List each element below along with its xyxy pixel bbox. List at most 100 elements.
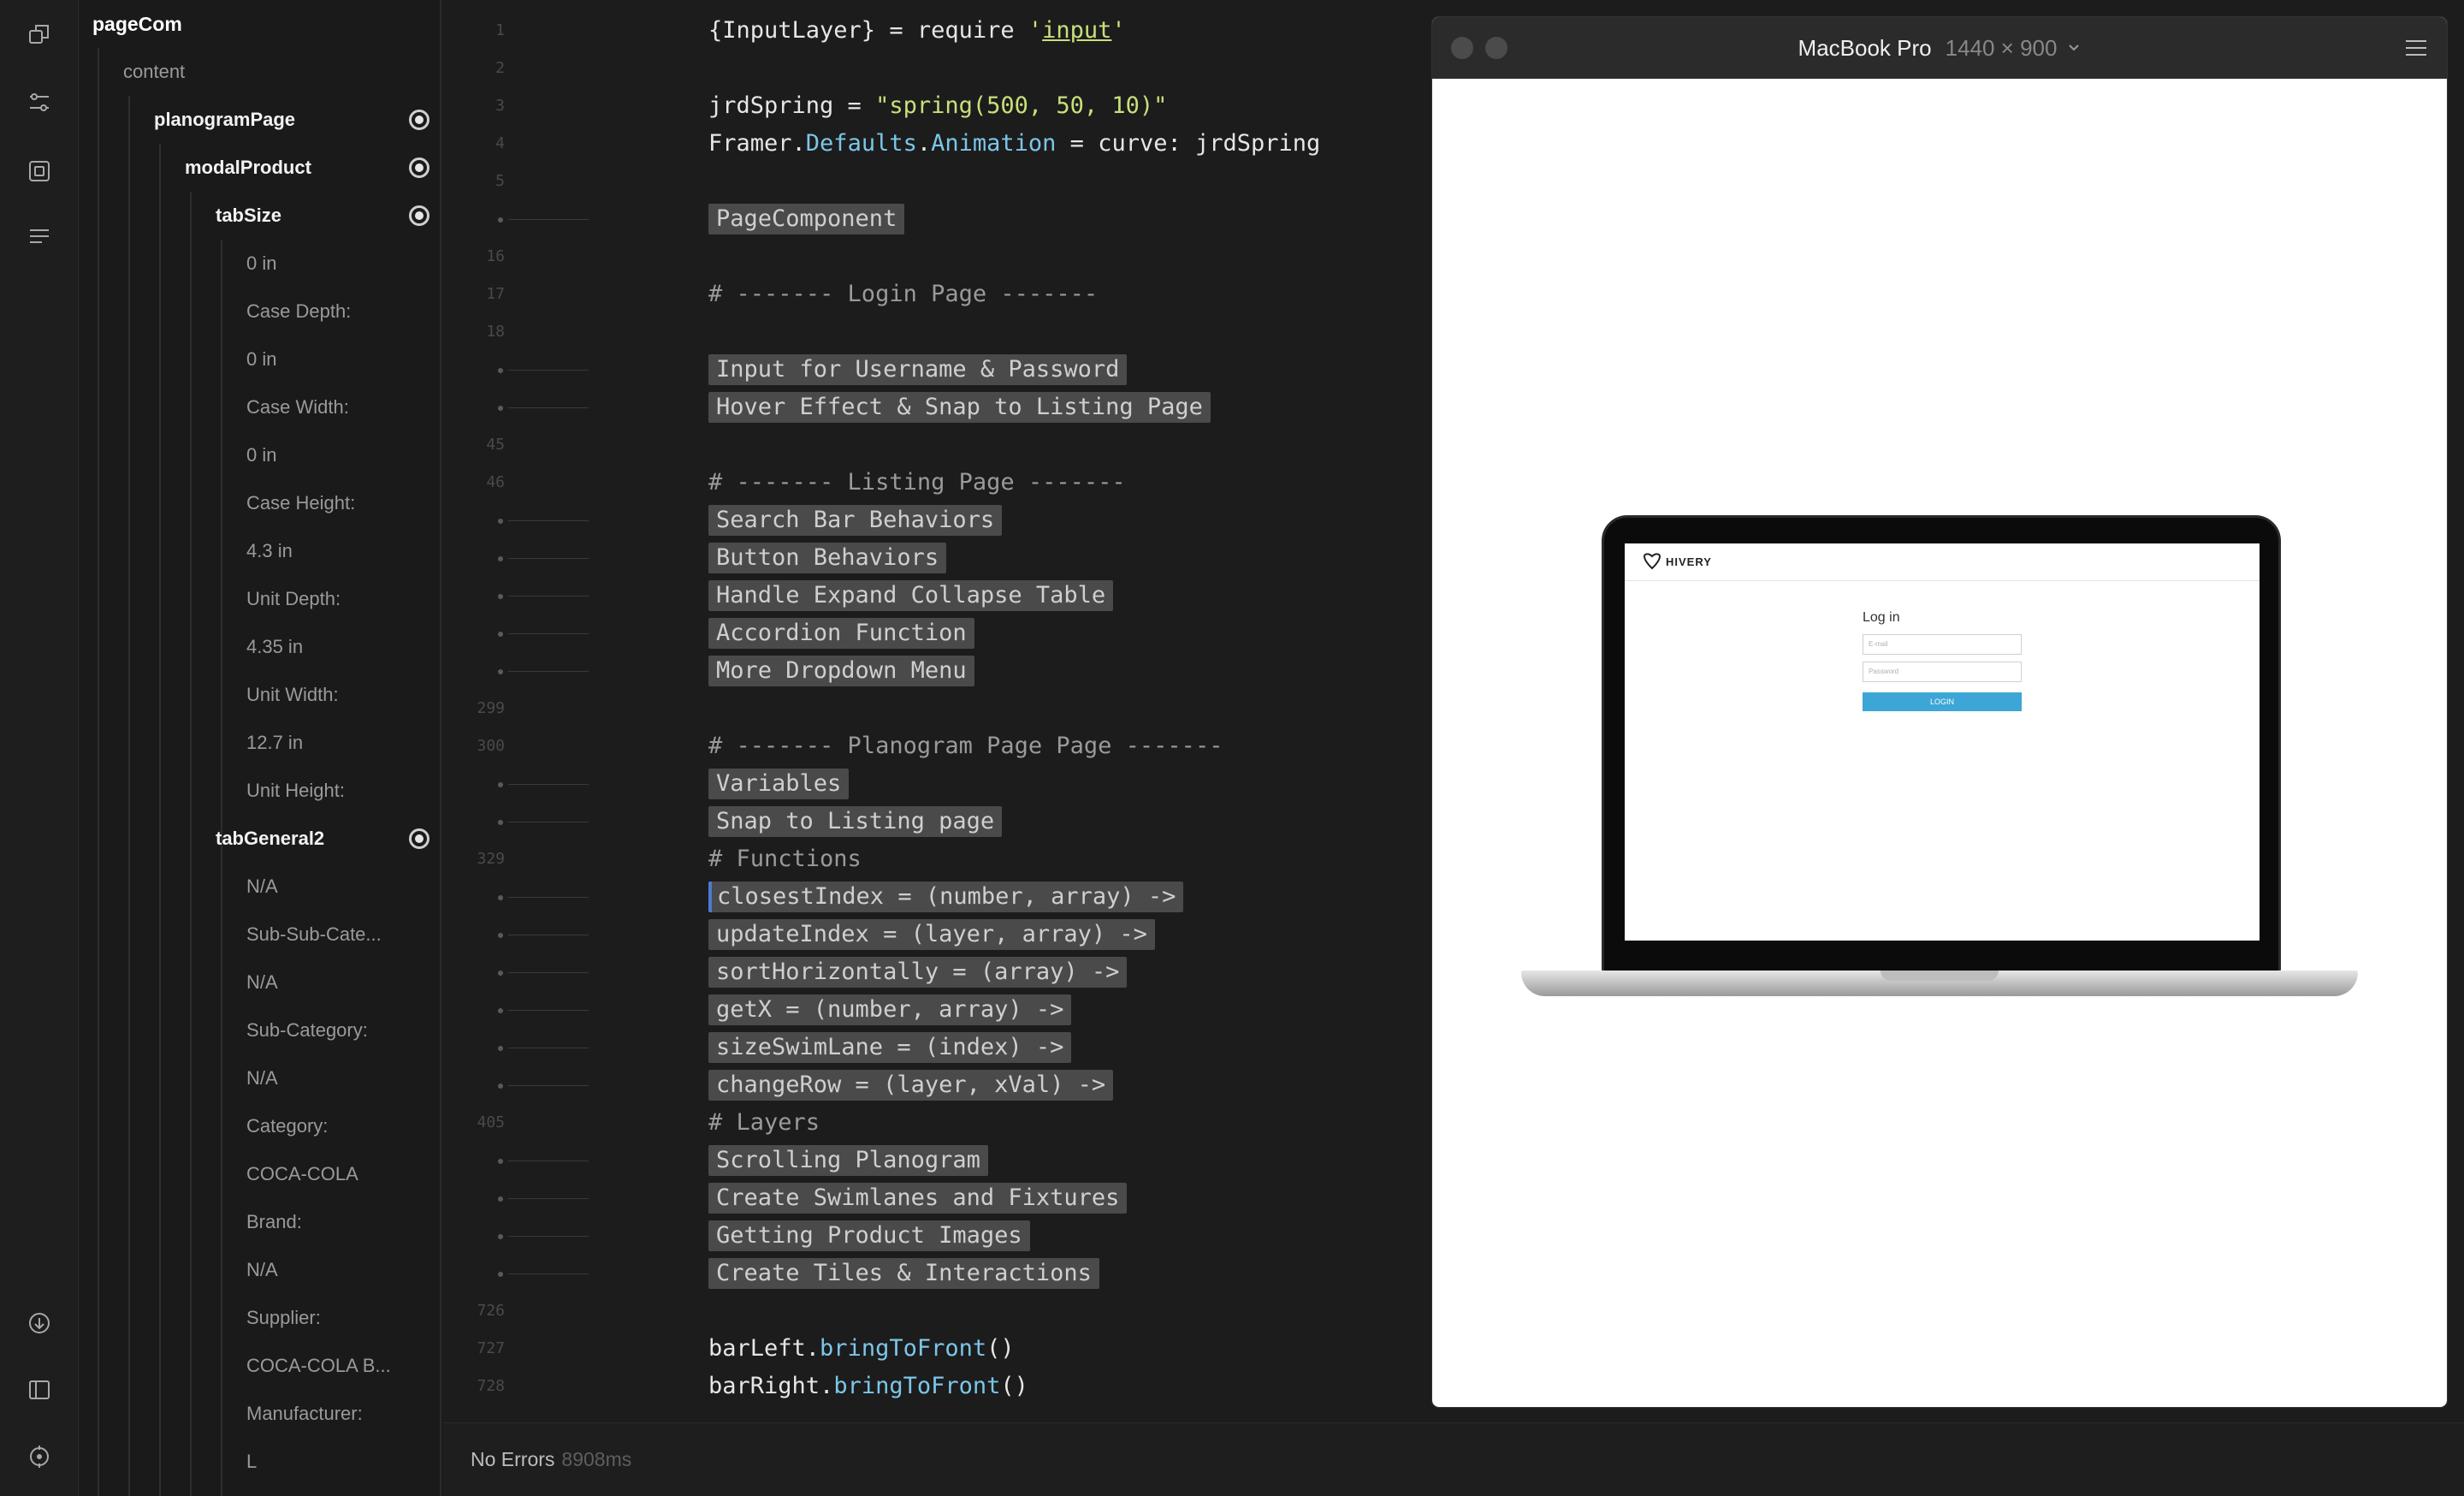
code-line[interactable]: {InputLayer} = require 'input' bbox=[708, 15, 1126, 46]
folded-code-block[interactable]: updateIndex = (layer, array) -> bbox=[708, 919, 1155, 950]
layer-tree-item[interactable]: Case Depth: bbox=[79, 288, 440, 335]
fold-marker[interactable] bbox=[498, 632, 503, 637]
fold-marker[interactable] bbox=[498, 1159, 503, 1164]
folded-code-block[interactable]: Button Behaviors bbox=[708, 543, 947, 573]
folded-code-block[interactable]: Scrolling Planogram bbox=[708, 1145, 988, 1176]
layer-tree-item[interactable]: content bbox=[79, 48, 440, 96]
layer-tree-item[interactable]: N/A bbox=[79, 1246, 440, 1294]
fold-marker[interactable] bbox=[498, 820, 503, 825]
fold-marker[interactable] bbox=[498, 895, 503, 900]
device-resolution[interactable]: 1440 × 900 bbox=[1946, 35, 2058, 62]
device-name[interactable]: MacBook Pro bbox=[1798, 35, 1932, 62]
fold-marker[interactable] bbox=[498, 1083, 503, 1089]
layer-tree-item[interactable]: N/A bbox=[79, 1054, 440, 1102]
layer-tree-item[interactable]: L bbox=[79, 1438, 440, 1486]
folded-code-block[interactable]: Getting Product Images bbox=[708, 1220, 1030, 1251]
fold-marker[interactable] bbox=[498, 669, 503, 674]
folded-code-block[interactable]: Snap to Listing page bbox=[708, 806, 1003, 837]
hamburger-menu-icon[interactable] bbox=[2404, 38, 2428, 58]
text-lines-icon[interactable] bbox=[24, 221, 55, 252]
folded-code-block[interactable]: sizeSwimLane = (index) -> bbox=[708, 1032, 1072, 1063]
layer-tree-item[interactable]: N/A bbox=[79, 959, 440, 1006]
fold-marker[interactable] bbox=[498, 217, 503, 223]
layer-tree-item[interactable]: 0 in bbox=[79, 431, 440, 479]
fold-marker[interactable] bbox=[498, 368, 503, 373]
layer-tree-item[interactable]: Sub-Sub-Cate... bbox=[79, 911, 440, 959]
fold-marker[interactable] bbox=[498, 1272, 503, 1277]
layer-visibility-toggle[interactable] bbox=[409, 157, 429, 178]
folded-code-block[interactable]: changeRow = (layer, xVal) -> bbox=[708, 1070, 1114, 1101]
window-close-button[interactable] bbox=[1451, 37, 1473, 59]
layer-tree-item[interactable]: Category: bbox=[79, 1102, 440, 1150]
layer-tree-item[interactable]: Supplier: bbox=[79, 1294, 440, 1342]
layer-tree-item[interactable]: 4.35 in bbox=[79, 623, 440, 671]
folded-code-block[interactable]: getX = (number, array) -> bbox=[708, 994, 1072, 1025]
login-button[interactable]: LOGIN bbox=[1863, 692, 2022, 711]
layer-tree-item[interactable]: Case Height: bbox=[79, 479, 440, 527]
fold-marker[interactable] bbox=[498, 594, 503, 599]
code-line[interactable]: barRight.bringToFront() bbox=[708, 1371, 1028, 1402]
layer-tree-item[interactable]: tabSize bbox=[79, 192, 440, 240]
folded-code-block[interactable]: Search Bar Behaviors bbox=[708, 505, 1003, 536]
layer-tree-item[interactable]: pageCom bbox=[79, 0, 440, 48]
layer-tree-item[interactable]: Brand: bbox=[79, 1198, 440, 1246]
layer-tree-item[interactable]: Unit Width: bbox=[79, 671, 440, 719]
layer-tree-item[interactable]: Sub-Category: bbox=[79, 1006, 440, 1054]
fold-marker[interactable] bbox=[498, 971, 503, 976]
layer-tree-item[interactable]: N/A bbox=[79, 863, 440, 911]
folded-code-block[interactable]: closestIndex = (number, array) -> bbox=[708, 882, 1184, 912]
layer-tree-item[interactable]: Manufacturer: bbox=[79, 1390, 440, 1438]
layer-tree-item[interactable]: Unit Height: bbox=[79, 767, 440, 815]
folded-code-block[interactable]: Variables bbox=[708, 769, 850, 799]
layer-tree-item[interactable]: modalProduct bbox=[79, 144, 440, 192]
code-line[interactable]: barLeft.bringToFront() bbox=[708, 1333, 1015, 1364]
target-icon[interactable] bbox=[24, 1441, 55, 1472]
layer-tree-item[interactable]: planogramPage bbox=[79, 96, 440, 144]
folded-code-block[interactable]: PageComponent bbox=[708, 204, 905, 234]
folded-code-block[interactable]: Create Swimlanes and Fixtures bbox=[708, 1183, 1128, 1214]
code-comment[interactable]: # Layers bbox=[708, 1107, 820, 1138]
layer-visibility-toggle[interactable] bbox=[409, 110, 429, 130]
folded-code-block[interactable]: Hover Effect & Snap to Listing Page bbox=[708, 392, 1211, 423]
fold-marker[interactable] bbox=[498, 519, 503, 524]
layer-tree-item[interactable]: 4.3 in bbox=[79, 527, 440, 575]
folded-code-block[interactable]: More Dropdown Menu bbox=[708, 656, 974, 686]
fold-marker[interactable] bbox=[498, 1008, 503, 1013]
layer-tree-item[interactable]: COCA-COLA B... bbox=[79, 1342, 440, 1390]
fold-marker[interactable] bbox=[498, 1046, 503, 1051]
fold-marker[interactable] bbox=[498, 1234, 503, 1239]
fold-marker[interactable] bbox=[498, 1196, 503, 1202]
panel-icon[interactable] bbox=[24, 1374, 55, 1405]
code-comment[interactable]: # ------- Planogram Page Page ------- bbox=[708, 731, 1223, 762]
layers-icon[interactable] bbox=[24, 19, 55, 50]
chevron-down-icon[interactable] bbox=[2067, 41, 2081, 55]
layer-tree-item[interactable]: 0 in bbox=[79, 240, 440, 288]
password-field[interactable]: Password bbox=[1863, 662, 2022, 682]
code-comment[interactable]: # ------- Login Page ------- bbox=[708, 279, 1098, 310]
code-line[interactable]: jrdSpring = "spring(500, 50, 10)" bbox=[708, 91, 1167, 122]
sliders-icon[interactable] bbox=[24, 87, 55, 118]
download-icon[interactable] bbox=[24, 1308, 55, 1339]
code-comment[interactable]: # Functions bbox=[708, 844, 862, 875]
component-icon[interactable] bbox=[24, 156, 55, 187]
fold-marker[interactable] bbox=[498, 782, 503, 787]
layer-visibility-toggle[interactable] bbox=[409, 205, 429, 226]
folded-code-block[interactable]: Create Tiles & Interactions bbox=[708, 1258, 1099, 1289]
folded-code-block[interactable]: sortHorizontally = (array) -> bbox=[708, 957, 1128, 988]
layer-tree-item[interactable]: 12.7 in bbox=[79, 719, 440, 767]
folded-code-block[interactable]: Handle Expand Collapse Table bbox=[708, 580, 1114, 611]
window-minimize-button[interactable] bbox=[1485, 37, 1507, 59]
fold-marker[interactable] bbox=[498, 933, 503, 938]
code-line[interactable]: Framer.Defaults.Animation = curve: jrdSp… bbox=[708, 128, 1320, 159]
layer-tree-item[interactable]: Case Width: bbox=[79, 383, 440, 431]
folded-code-block[interactable]: Accordion Function bbox=[708, 618, 974, 649]
layer-tree-item[interactable]: tabGeneral2 bbox=[79, 815, 440, 863]
folded-code-block[interactable]: Input for Username & Password bbox=[708, 354, 1128, 385]
email-field[interactable]: E-mail bbox=[1863, 634, 2022, 655]
fold-marker[interactable] bbox=[498, 406, 503, 411]
forgot-password-link[interactable]: ​ bbox=[1863, 718, 2022, 723]
fold-marker[interactable] bbox=[498, 556, 503, 561]
layer-tree-item[interactable]: COCA-COLA bbox=[79, 1150, 440, 1198]
layer-tree-item[interactable]: 0 in bbox=[79, 335, 440, 383]
layer-visibility-toggle[interactable] bbox=[409, 828, 429, 849]
